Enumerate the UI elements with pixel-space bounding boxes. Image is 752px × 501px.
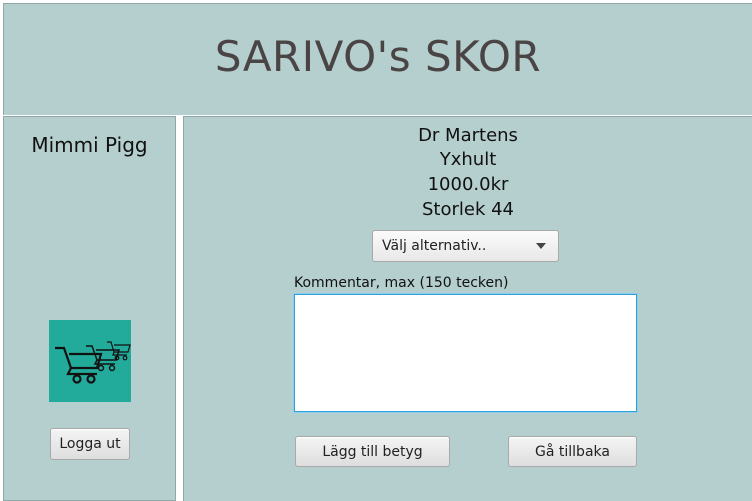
panel-divider	[176, 116, 183, 501]
product-model: Yxhult	[439, 149, 497, 170]
product-panel: Dr Martens Yxhult 1000.0kr Storlek 44 Vä…	[183, 116, 752, 501]
chevron-down-icon	[536, 243, 546, 249]
user-name: Mimmi Pigg	[31, 133, 148, 157]
rating-select-value: Välj alternativ..	[382, 238, 487, 254]
cart-graphic	[55, 341, 131, 384]
product-price: 1000.0kr	[427, 174, 509, 195]
add-rating-button[interactable]: Lägg till betyg	[295, 436, 450, 467]
product-brand: Dr Martens	[418, 125, 518, 146]
comment-label: Kommentar, max (150 tecken)	[294, 275, 509, 291]
back-button[interactable]: Gå tillbaka	[508, 436, 637, 467]
comment-input[interactable]	[294, 294, 637, 412]
shopping-cart-icon[interactable]	[49, 320, 131, 402]
header-panel: SARIVO's SKOR	[3, 3, 752, 115]
product-size: Storlek 44	[421, 199, 515, 220]
logout-button[interactable]: Logga ut	[50, 428, 130, 460]
rating-select[interactable]: Välj alternativ..	[372, 230, 559, 262]
user-sidebar: Mimmi Pigg Logga ut	[3, 116, 176, 501]
app-window: SARIVO's SKOR Mimmi Pigg Logga ut Dr Mar…	[0, 0, 752, 501]
page-title: SARIVO's SKOR	[214, 32, 542, 81]
